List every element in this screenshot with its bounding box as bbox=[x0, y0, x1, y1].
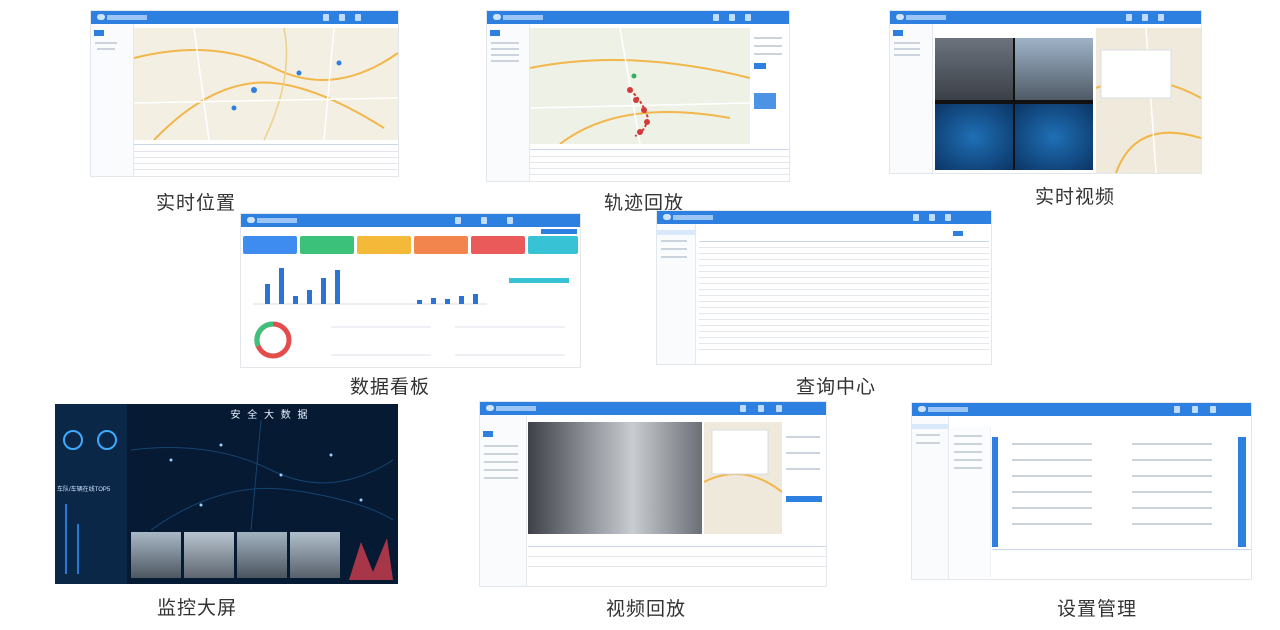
logo-icon bbox=[663, 214, 671, 220]
map-view[interactable] bbox=[1096, 28, 1201, 173]
vehicle-tree-panel[interactable] bbox=[480, 415, 527, 586]
ranking-panel bbox=[503, 262, 573, 312]
monitor-icon[interactable] bbox=[455, 217, 461, 224]
settings-icon[interactable] bbox=[945, 214, 951, 221]
screenshot-settings-manage[interactable] bbox=[912, 403, 1251, 579]
playback-video[interactable] bbox=[528, 422, 702, 534]
logo-icon bbox=[493, 14, 501, 20]
caption-realtime-location: 实时位置 bbox=[155, 192, 236, 214]
caption-video-playback: 视频回放 bbox=[605, 598, 686, 620]
monitor-icon[interactable] bbox=[1126, 14, 1132, 21]
settings-icon[interactable] bbox=[1158, 14, 1164, 21]
date-filter[interactable] bbox=[541, 229, 577, 234]
app-header bbox=[912, 403, 1251, 416]
camera-strip[interactable] bbox=[131, 532, 341, 582]
app-header bbox=[480, 402, 826, 415]
caption-monitor-screen: 监控大屏 bbox=[156, 597, 237, 619]
monitor-icon[interactable] bbox=[740, 405, 746, 412]
top5-label: 车队/车辆在线TOP5 bbox=[57, 487, 111, 493]
caption-realtime-video: 实时视频 bbox=[1034, 186, 1115, 208]
screenshot-data-board[interactable] bbox=[241, 214, 580, 367]
file-table[interactable] bbox=[528, 536, 826, 584]
stats-icon[interactable] bbox=[729, 14, 735, 21]
query-form-panel[interactable] bbox=[784, 422, 824, 534]
settings-form[interactable] bbox=[1002, 439, 1234, 549]
kpi-card-4 bbox=[414, 236, 468, 254]
dashboard-title: 安 全 大 数 据 bbox=[230, 410, 310, 421]
logo-icon bbox=[97, 14, 105, 20]
query-menu[interactable] bbox=[657, 224, 696, 364]
settings-icon[interactable] bbox=[507, 217, 513, 224]
kpi-card-5 bbox=[471, 236, 525, 254]
video-channel-4[interactable] bbox=[1015, 104, 1093, 170]
stats-icon[interactable] bbox=[929, 214, 935, 221]
bar-chart bbox=[253, 268, 487, 305]
logo-icon bbox=[486, 405, 494, 411]
query-button[interactable] bbox=[786, 496, 822, 502]
caption-data-board: 数据看板 bbox=[349, 376, 430, 398]
query-button[interactable] bbox=[754, 63, 766, 69]
settings-icon[interactable] bbox=[1210, 406, 1216, 413]
vehicle-tree-panel[interactable] bbox=[890, 24, 933, 173]
section-tab[interactable] bbox=[992, 437, 998, 547]
result-table[interactable] bbox=[699, 239, 989, 357]
map-view[interactable] bbox=[704, 422, 782, 534]
search-button[interactable] bbox=[953, 231, 963, 236]
app-header bbox=[487, 11, 789, 24]
kpi-card-2 bbox=[300, 236, 354, 254]
kpi-card-6 bbox=[528, 236, 578, 254]
monitor-icon[interactable] bbox=[1174, 406, 1180, 413]
vehicle-table[interactable] bbox=[134, 140, 398, 176]
stats-icon[interactable] bbox=[481, 217, 487, 224]
vehicle-tree-panel[interactable] bbox=[91, 24, 134, 176]
stats-icon[interactable] bbox=[758, 405, 764, 412]
area-chart bbox=[349, 538, 393, 580]
config-tree[interactable] bbox=[950, 427, 991, 577]
video-channel-1[interactable] bbox=[935, 38, 1013, 100]
settings-icon[interactable] bbox=[776, 405, 782, 412]
kpi-card-3 bbox=[357, 236, 411, 254]
stats-sidebar: 车队/车辆在线TOP5 bbox=[55, 404, 127, 584]
screenshot-monitor-screen[interactable]: 车队/车辆在线TOP5 安 全 大 数 据 bbox=[55, 404, 398, 584]
video-grid[interactable] bbox=[935, 38, 1093, 170]
screenshot-query-center[interactable] bbox=[657, 211, 991, 364]
monitor-icon[interactable] bbox=[323, 14, 329, 21]
app-header bbox=[890, 11, 1201, 24]
track-table[interactable] bbox=[530, 146, 789, 181]
screenshot-track-playback[interactable] bbox=[487, 11, 789, 181]
caption-query-center: 查询中心 bbox=[795, 376, 876, 398]
settings-icon[interactable] bbox=[355, 14, 361, 21]
stats-icon[interactable] bbox=[339, 14, 345, 21]
caption-settings-manage: 设置管理 bbox=[1056, 598, 1137, 620]
screenshot-realtime-location[interactable] bbox=[91, 11, 398, 176]
logo-icon bbox=[896, 14, 904, 20]
donut-chart bbox=[254, 321, 292, 359]
app-header bbox=[91, 11, 398, 24]
screenshot-video-playback[interactable] bbox=[480, 402, 826, 586]
stats-icon[interactable] bbox=[1192, 406, 1198, 413]
monitor-icon[interactable] bbox=[913, 214, 919, 221]
kpi-card-1 bbox=[243, 236, 297, 254]
settings-menu[interactable] bbox=[912, 416, 949, 579]
scroll-tab[interactable] bbox=[1238, 437, 1246, 547]
video-channel-2[interactable] bbox=[1015, 38, 1093, 100]
vehicle-tree-panel[interactable] bbox=[487, 24, 530, 181]
map-view[interactable] bbox=[530, 28, 750, 144]
app-header bbox=[241, 214, 580, 227]
settings-icon[interactable] bbox=[745, 14, 751, 21]
logo-icon bbox=[918, 406, 926, 412]
monitor-icon[interactable] bbox=[713, 14, 719, 21]
dark-map[interactable] bbox=[131, 420, 393, 530]
app-header bbox=[657, 211, 991, 224]
video-channel-3[interactable] bbox=[935, 104, 1013, 170]
screenshot-realtime-video[interactable] bbox=[890, 11, 1201, 173]
logo-icon bbox=[247, 217, 255, 223]
query-form-panel[interactable] bbox=[752, 31, 787, 141]
map-view[interactable] bbox=[134, 28, 398, 140]
stats-icon[interactable] bbox=[1142, 14, 1148, 21]
